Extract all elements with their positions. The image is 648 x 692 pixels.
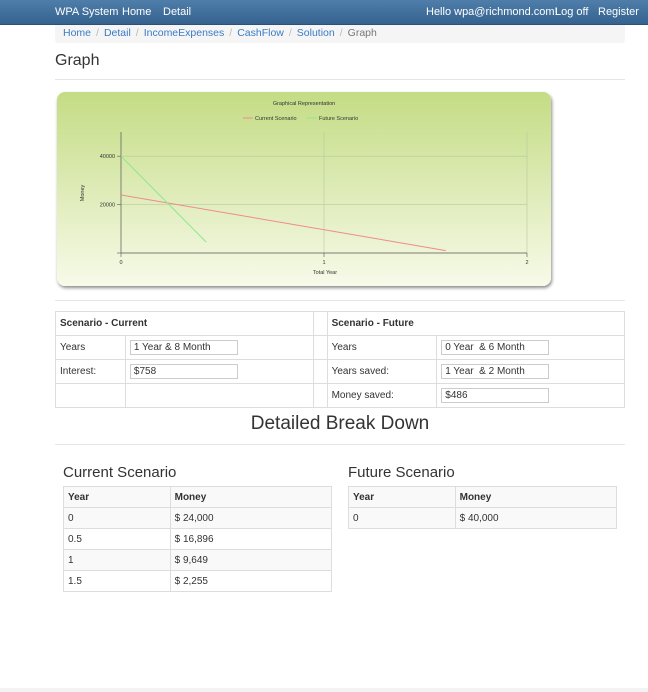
interest-field[interactable] <box>129 364 238 379</box>
column-header-year: Year <box>63 486 171 508</box>
year-cell: 0.5 <box>63 528 171 550</box>
x-tick-label: 0 <box>119 260 122 266</box>
future-years-label: Years <box>326 335 438 360</box>
table-row: 1 $ 9,649 <box>63 549 333 571</box>
table-row: 0 $ 24,000 <box>63 507 333 529</box>
future-breakdown-table: Year Money 0 $ 40,000 <box>348 486 618 529</box>
empty-cell <box>55 383 126 408</box>
spacer-cell <box>312 335 328 360</box>
brand-link[interactable]: WPA System <box>55 6 118 18</box>
legend-label: Current Scenario <box>255 116 297 122</box>
year-cell: 1.5 <box>63 570 171 592</box>
footer-bar <box>0 688 648 692</box>
chart-svg: Graphical Representation Current Scenari… <box>80 101 529 276</box>
interest-cell <box>124 359 314 384</box>
spacer-cell <box>312 359 328 384</box>
money-cell: $ 16,896 <box>169 528 333 550</box>
future-scenario-title: Future Scenario <box>348 464 455 481</box>
current-breakdown-table: Year Money 0 $ 24,000 0.5 $ 16,896 1 $ 9… <box>63 486 333 592</box>
breadcrumb-solution[interactable]: Solution <box>297 27 335 39</box>
register-link[interactable]: Register <box>598 6 639 18</box>
spacer-cell <box>312 383 328 408</box>
year-cell: 1 <box>63 549 171 571</box>
chart-title: Graphical Representation <box>273 101 335 107</box>
y-tick-label: 20000 <box>100 203 115 209</box>
money-cell: $ 2,255 <box>169 570 333 592</box>
divider <box>55 444 625 445</box>
divider <box>55 79 625 80</box>
years-saved-label: Years saved: <box>326 359 438 384</box>
breadcrumb-income-expenses[interactable]: IncomeExpenses <box>144 27 225 39</box>
legend-label: Future Scenario <box>319 116 358 122</box>
column-header-money: Money <box>169 486 333 508</box>
money-cell: $ 9,649 <box>169 549 333 571</box>
x-tick-label: 2 <box>525 260 528 266</box>
future-scenario-header: Scenario - Future <box>326 311 626 336</box>
column-header-year: Year <box>348 486 456 508</box>
breadcrumb-cashflow[interactable]: CashFlow <box>237 27 284 39</box>
logoff-link[interactable]: Log off <box>555 6 588 18</box>
breadcrumb-home[interactable]: Home <box>63 27 91 39</box>
top-navbar: WPA System Home Detail Hello wpa@richmon… <box>0 0 648 25</box>
chart-series <box>120 155 446 252</box>
breadcrumb-separator: / <box>339 27 343 39</box>
spacer-cell <box>312 311 328 336</box>
interest-label: Interest: <box>55 359 126 384</box>
chart-legend: Current Scenario Future Scenario <box>243 116 358 122</box>
future-years-field[interactable] <box>441 340 550 355</box>
breadcrumb-separator: / <box>229 27 233 39</box>
money-saved-field[interactable] <box>441 388 550 403</box>
chart-grid <box>121 132 528 253</box>
breakdown-heading: Detailed Break Down <box>250 413 430 434</box>
table-row: 0.5 $ 16,896 <box>63 528 333 550</box>
column-header-money: Money <box>454 486 618 508</box>
current-years-cell <box>124 335 314 360</box>
breadcrumb-current: Graph <box>347 27 377 39</box>
money-cell: $ 24,000 <box>169 507 333 529</box>
series-line-future <box>120 155 207 243</box>
empty-cell <box>124 383 314 408</box>
table-row: 0 $ 40,000 <box>348 507 618 529</box>
years-saved-field[interactable] <box>441 364 550 379</box>
user-greeting-link[interactable]: Hello wpa@richmond.com! <box>426 6 558 18</box>
money-cell: $ 40,000 <box>454 507 618 529</box>
y-tick-label: 40000 <box>100 154 115 160</box>
table-header-row: Year Money <box>348 486 618 508</box>
nav-detail-link[interactable]: Detail <box>163 6 191 18</box>
breadcrumb-detail[interactable]: Detail <box>104 27 131 39</box>
page-title: Graph <box>55 52 100 69</box>
breadcrumb: Home / Detail / IncomeExpenses / CashFlow / Solu… <box>55 25 625 43</box>
breadcrumb-separator: / <box>96 27 99 39</box>
current-scenario-header: Scenario - Current <box>55 311 314 336</box>
nav-home-link[interactable]: Home <box>122 6 151 18</box>
years-saved-cell <box>436 359 625 384</box>
current-years-field[interactable] <box>129 340 238 355</box>
money-saved-label: Money saved: <box>326 383 438 408</box>
x-axis-label: Total Year <box>313 270 337 276</box>
chart-panel: Graphical Representation Current Scenari… <box>57 92 551 286</box>
series-line-current <box>120 194 446 252</box>
y-axis-label: Money <box>80 184 86 201</box>
current-scenario-title: Current Scenario <box>63 464 177 481</box>
breadcrumb-separator: / <box>135 27 139 39</box>
money-saved-cell <box>436 383 625 408</box>
x-tick-label: 1 <box>322 260 325 266</box>
year-cell: 0 <box>63 507 171 529</box>
breadcrumb-separator: / <box>288 27 292 39</box>
divider <box>55 300 625 301</box>
year-cell: 0 <box>348 507 456 529</box>
current-years-label: Years <box>55 335 126 360</box>
future-years-cell <box>436 335 625 360</box>
scenario-comparison-table: Scenario - Current Scenario - Future Yea… <box>55 311 626 408</box>
table-row: 1.5 $ 2,255 <box>63 570 333 592</box>
table-header-row: Year Money <box>63 486 333 508</box>
